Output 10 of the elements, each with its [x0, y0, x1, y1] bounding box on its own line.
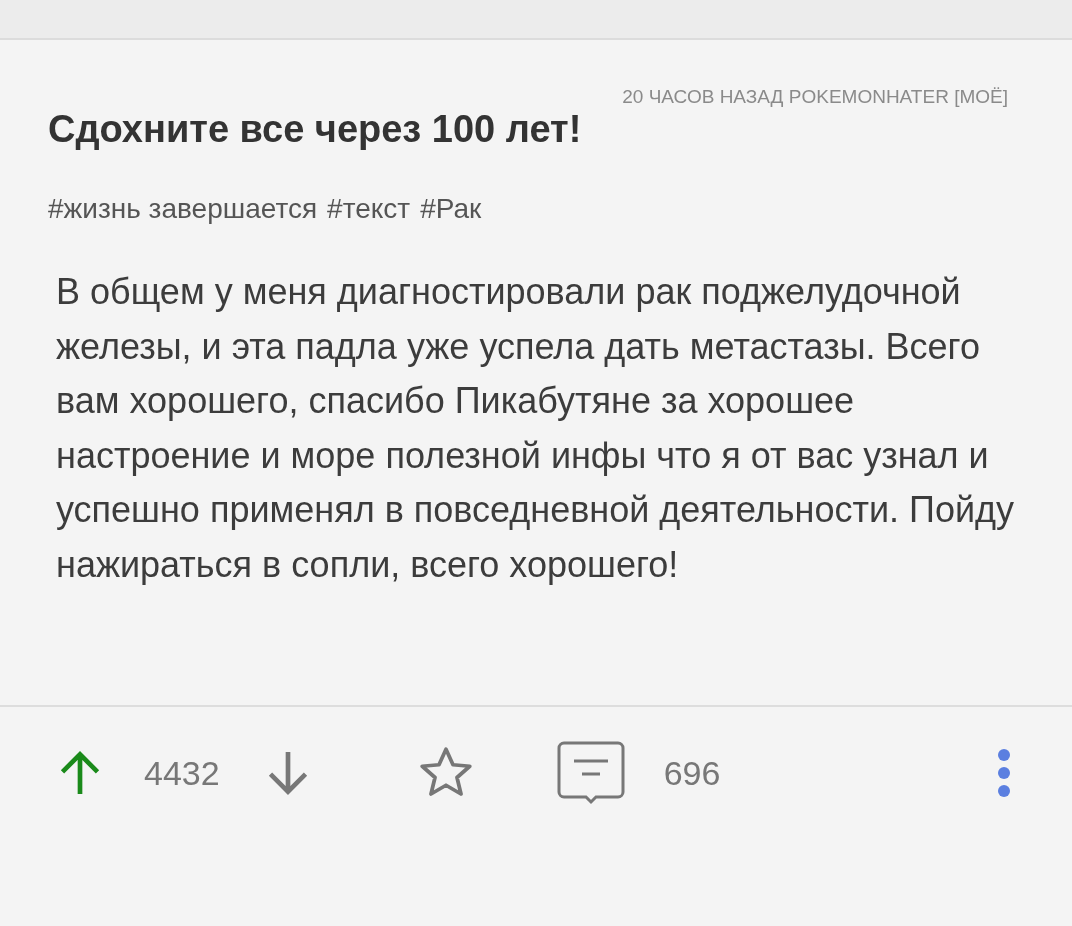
tag-link[interactable]: #жизнь завершается	[48, 193, 318, 225]
post-text: В общем у меня диагностировали рак поджелудочной железы, и эта падла уже успела дать метастазы. Всего вам хорошего, спасибо Пикабутяне за хорошее настроение и море полезной инфы что я от вас узнал и успешно применял в повседневной деятельности. Пойду нажираться в сопли, всего хорошего!	[56, 270, 1016, 587]
post-title[interactable]: Сдохните все через 100 лет!	[48, 108, 582, 151]
post-meta: 20 ЧАСОВ НАЗАД POKEMONHATER [МОЁ]	[622, 86, 1008, 108]
tag-link[interactable]: #Рак	[420, 193, 482, 225]
comment-count: 696	[663, 753, 721, 793]
more-icon[interactable]	[996, 748, 1012, 798]
comment-icon[interactable]	[555, 741, 626, 805]
tag-link[interactable]: #текст	[327, 193, 411, 225]
rating-count: 4432	[144, 753, 220, 793]
